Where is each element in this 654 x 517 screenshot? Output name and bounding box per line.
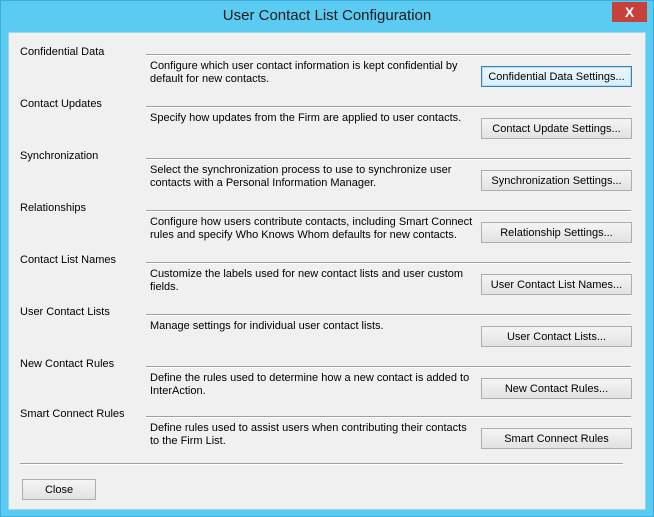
user-contact-list-names-button[interactable]: User Contact List Names... bbox=[481, 274, 632, 295]
window-title: User Contact List Configuration bbox=[222, 7, 432, 24]
dialog-window: User Contact List Configuration X Confid… bbox=[0, 0, 654, 517]
confidential-data-settings-button[interactable]: Confidential Data Settings... bbox=[481, 66, 632, 87]
section-label: Contact Updates bbox=[20, 98, 102, 110]
close-button[interactable]: Close bbox=[22, 479, 96, 500]
section-label: Synchronization bbox=[20, 150, 99, 162]
new-contact-rules-button[interactable]: New Contact Rules... bbox=[481, 378, 632, 399]
contact-update-settings-button[interactable]: Contact Update Settings... bbox=[481, 118, 632, 139]
section-user-contact-lists: User Contact Lists Manage settings for i… bbox=[9, 306, 645, 358]
section-new-contact-rules: New Contact Rules Define the rules used … bbox=[9, 358, 645, 410]
section-divider bbox=[146, 158, 631, 160]
section-description: Specify how updates from the Firm are ap… bbox=[150, 112, 462, 124]
synchronization-settings-button[interactable]: Synchronization Settings... bbox=[481, 170, 632, 191]
section-relationships: Relationships Configure how users contri… bbox=[9, 202, 645, 254]
section-synchronization: Synchronization Select the synchronizati… bbox=[9, 150, 645, 202]
section-divider bbox=[146, 106, 631, 108]
section-description: Define rules used to assist users when c… bbox=[150, 422, 467, 447]
section-label: New Contact Rules bbox=[20, 358, 115, 370]
user-contact-lists-button[interactable]: User Contact Lists... bbox=[481, 326, 632, 347]
footer-divider bbox=[20, 463, 623, 465]
section-contact-updates: Contact Updates Specify how updates from… bbox=[9, 98, 645, 150]
section-description: Configure how users contribute contacts,… bbox=[150, 216, 473, 241]
section-divider bbox=[146, 416, 631, 418]
smart-connect-rules-button[interactable]: Smart Connect Rules bbox=[481, 428, 632, 449]
section-divider bbox=[146, 54, 631, 56]
section-contact-list-names: Contact List Names Customize the labels … bbox=[9, 254, 645, 306]
section-label: Relationships bbox=[20, 202, 87, 214]
section-description: Configure which user contact information… bbox=[150, 60, 458, 85]
section-label: Smart Connect Rules bbox=[20, 408, 125, 420]
section-label: User Contact Lists bbox=[20, 306, 110, 318]
relationship-settings-button[interactable]: Relationship Settings... bbox=[481, 222, 632, 243]
dialog-body: Confidential Data Configure which user c… bbox=[8, 32, 646, 510]
section-divider bbox=[146, 366, 631, 368]
section-description: Manage settings for individual user cont… bbox=[150, 320, 384, 332]
section-description: Select the synchronization process to us… bbox=[150, 164, 452, 189]
section-smart-connect-rules: Smart Connect Rules Define rules used to… bbox=[9, 408, 645, 460]
title-bar[interactable]: User Contact List Configuration X bbox=[1, 1, 653, 31]
section-description: Define the rules used to determine how a… bbox=[150, 372, 470, 397]
section-divider bbox=[146, 314, 631, 316]
section-divider bbox=[146, 262, 631, 264]
section-confidential-data: Confidential Data Configure which user c… bbox=[9, 46, 645, 98]
section-divider bbox=[146, 210, 631, 212]
close-window-icon[interactable]: X bbox=[612, 2, 647, 22]
section-label: Confidential Data bbox=[20, 46, 105, 58]
section-description: Customize the labels used for new contac… bbox=[150, 268, 464, 293]
section-label: Contact List Names bbox=[20, 254, 116, 266]
